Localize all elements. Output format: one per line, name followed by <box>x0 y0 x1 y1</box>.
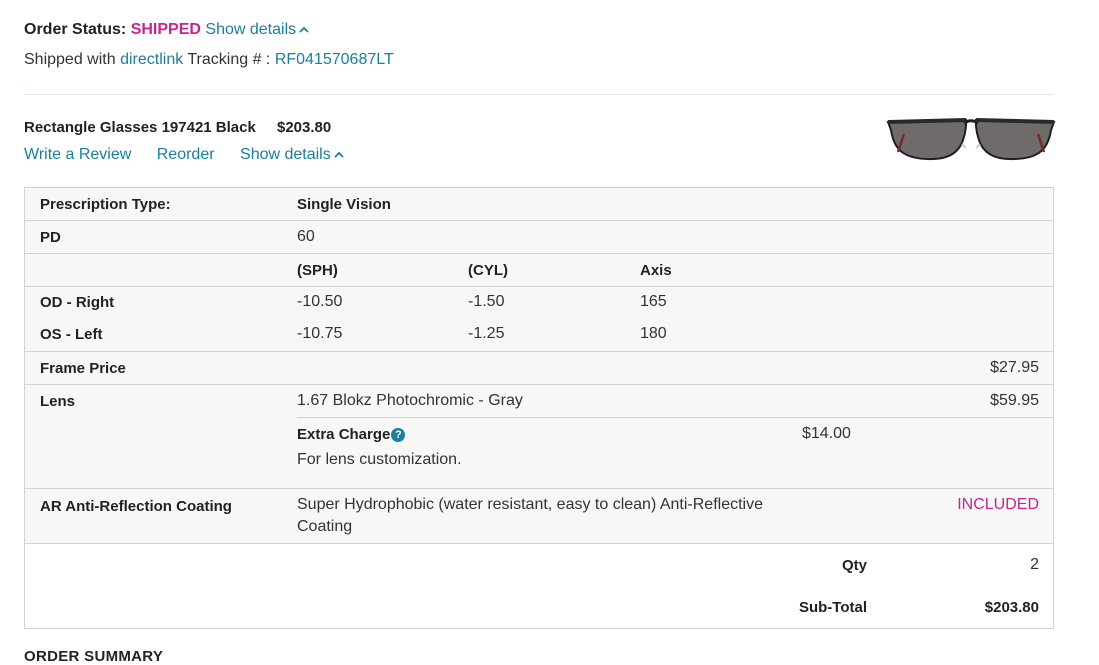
prescription-details-table: Prescription Type: Single Vision PD 60 (… <box>24 187 1054 629</box>
rx-columns-row: (SPH) (CYL) Axis <box>25 253 1053 286</box>
lens-price: $59.95 <box>990 392 1039 409</box>
extra-charge-price: $14.00 <box>802 425 851 442</box>
od-sph: -10.50 <box>297 293 343 310</box>
qty-value: 2 <box>1030 556 1039 573</box>
od-cyl: -1.50 <box>468 293 505 310</box>
lens-value: 1.67 Blokz Photochromic - Gray <box>297 392 523 409</box>
prescription-type-value: Single Vision <box>297 196 391 213</box>
shipping-info: Shipped with directlink Tracking # : RF0… <box>24 51 394 69</box>
os-sph: -10.75 <box>297 325 343 342</box>
pd-value: 60 <box>297 228 315 245</box>
chevron-up-icon <box>299 25 309 35</box>
carrier-link[interactable]: directlink <box>120 51 183 68</box>
order-status-label: Order Status: <box>24 21 127 38</box>
order-summary-heading: ORDER SUMMARY <box>24 648 164 665</box>
product-show-details-link[interactable]: Show details <box>240 146 344 163</box>
status-show-details-link[interactable]: Show details <box>205 21 309 38</box>
coating-row: AR Anti-Reflection Coating Super Hydroph… <box>25 488 1053 543</box>
product-name: Rectangle Glasses 197421 Black <box>24 119 256 136</box>
coating-label: AR Anti-Reflection Coating <box>40 498 232 515</box>
subtotal-value: $203.80 <box>984 599 1039 616</box>
extra-charge-text: Extra Charge <box>297 426 391 443</box>
product-price: $203.80 <box>277 119 332 136</box>
lens-row: Lens 1.67 Blokz Photochromic - Gray $59.… <box>25 384 1053 488</box>
order-status-value: SHIPPED <box>130 21 201 38</box>
rx-values-row: OD - Right -10.50 -1.50 165 OS - Left -1… <box>25 286 1053 351</box>
prescription-type-label: Prescription Type: <box>40 196 171 213</box>
status-show-details-label: Show details <box>205 21 297 38</box>
frame-price-label: Frame Price <box>40 360 126 377</box>
lens-label: Lens <box>40 393 76 410</box>
os-label: OS - Left <box>40 326 103 343</box>
od-label: OD - Right <box>40 294 115 311</box>
prescription-type-row: Prescription Type: Single Vision <box>25 188 1053 220</box>
help-icon[interactable]: ? <box>391 428 406 442</box>
os-axis: 180 <box>640 325 667 342</box>
product-actions: Write a Review Reorder Show details <box>24 146 365 164</box>
pd-label: PD <box>40 229 61 246</box>
frame-price-value: $27.95 <box>990 359 1039 376</box>
extra-charge-label: Extra Charge? <box>297 426 406 443</box>
lens-subdivider <box>297 417 1053 418</box>
product-show-details-label: Show details <box>240 146 331 163</box>
reorder-link[interactable]: Reorder <box>157 146 215 163</box>
extra-charge-description: For lens customization. <box>297 451 462 468</box>
cyl-header: (CYL) <box>468 262 508 279</box>
totals-row: Qty 2 Sub-Total $203.80 <box>25 543 1053 628</box>
subtotal-label: Sub-Total <box>798 599 867 616</box>
coating-price: INCLUDED <box>957 496 1039 513</box>
qty-label: Qty <box>841 557 867 574</box>
tracking-label: Tracking # : <box>187 51 271 68</box>
od-axis: 165 <box>640 293 667 310</box>
glasses-image <box>886 118 1056 161</box>
coating-value-line2: Coating <box>297 518 353 535</box>
os-cyl: -1.25 <box>468 325 505 342</box>
section-divider <box>24 94 1054 95</box>
pd-row: PD 60 <box>25 220 1053 253</box>
coating-value-line1: Super Hydrophobic (water resistant, easy… <box>297 496 763 513</box>
axis-header: Axis <box>640 262 672 279</box>
write-review-link[interactable]: Write a Review <box>24 146 131 163</box>
sph-header: (SPH) <box>297 262 338 279</box>
tracking-number-link[interactable]: RF041570687LT <box>275 51 394 68</box>
order-status: Order Status: SHIPPED Show details <box>24 21 309 39</box>
shipped-with-label: Shipped with <box>24 51 116 68</box>
chevron-up-icon <box>334 150 344 160</box>
frame-price-row: Frame Price $27.95 <box>25 351 1053 384</box>
